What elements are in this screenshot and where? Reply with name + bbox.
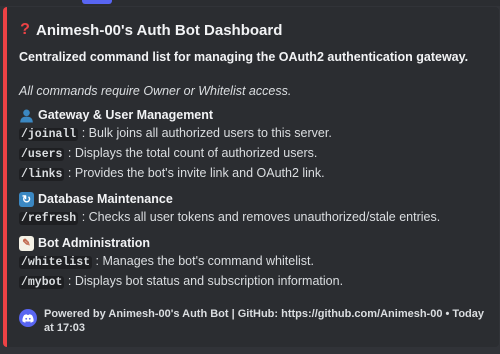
command-description: : Displays the total count of authorized… — [67, 146, 318, 160]
command-row: /joinall : Bulk joins all authorized use… — [19, 124, 489, 144]
section-heading: Gateway & User Management — [19, 106, 489, 124]
previous-message-pill — [82, 0, 112, 4]
embed-description: Centralized command list for managing th… — [19, 50, 469, 64]
command-name[interactable]: /links — [19, 168, 65, 181]
command-row: /links : Provides the bot's invite link … — [19, 164, 489, 184]
command-name[interactable]: /mybot — [19, 276, 65, 289]
command-description: : Provides the bot's invite link and OAu… — [67, 166, 325, 180]
embed-footer: Powered by Animesh-00's Auth Bot | GitHu… — [19, 307, 491, 335]
embed-title-text: Animesh-00's Auth Bot Dashboard — [36, 21, 283, 39]
memo-icon: ✎ — [19, 235, 34, 251]
previous-message-strip — [0, 0, 500, 6]
command-name[interactable]: /joinall — [19, 128, 79, 141]
section-heading-text: Database Maintenance — [38, 192, 173, 206]
command-description: : Checks all user tokens and removes una… — [81, 210, 441, 224]
embed-access-note: All commands require Owner or Whitelist … — [19, 84, 292, 98]
command-name[interactable]: /refresh — [19, 212, 79, 225]
footer-text: Powered by Animesh-00's Auth Bot | GitHu… — [44, 308, 484, 334]
embed-title: ? Animesh-00's Auth Bot Dashboard — [19, 19, 489, 41]
command-row: /whitelist : Manages the bot's command w… — [19, 252, 489, 272]
command-description: : Manages the bot's command whitelist. — [95, 254, 314, 268]
section-database-maintenance: ↻ Database Maintenance /refresh : Checks… — [19, 190, 489, 228]
command-row: /users : Displays the total count of aut… — [19, 144, 489, 164]
section-heading: ✎ Bot Administration — [19, 234, 489, 252]
section-heading-text: Bot Administration — [38, 236, 151, 250]
refresh-icon: ↻ — [19, 191, 34, 207]
command-row: /mybot : Displays bot status and subscri… — [19, 272, 489, 292]
section-gateway-user-management: Gateway & User Management /joinall : Bul… — [19, 106, 489, 184]
command-name[interactable]: /users — [19, 148, 65, 161]
section-heading-text: Gateway & User Management — [38, 108, 214, 122]
command-description: : Displays bot status and subscription i… — [67, 274, 344, 288]
command-description: : Bulk joins all authorized users to thi… — [81, 126, 332, 140]
section-bot-administration: ✎ Bot Administration /whitelist : Manage… — [19, 234, 489, 292]
bot-embed: ? Animesh-00's Auth Bot Dashboard Centra… — [3, 7, 499, 347]
section-heading: ↻ Database Maintenance — [19, 190, 489, 208]
command-name[interactable]: /whitelist — [19, 256, 93, 269]
user-silhouette-icon — [19, 108, 34, 123]
question-mark-icon: ? — [20, 21, 30, 38]
discord-logo-icon — [19, 309, 37, 327]
command-row: /refresh : Checks all user tokens and re… — [19, 208, 489, 228]
